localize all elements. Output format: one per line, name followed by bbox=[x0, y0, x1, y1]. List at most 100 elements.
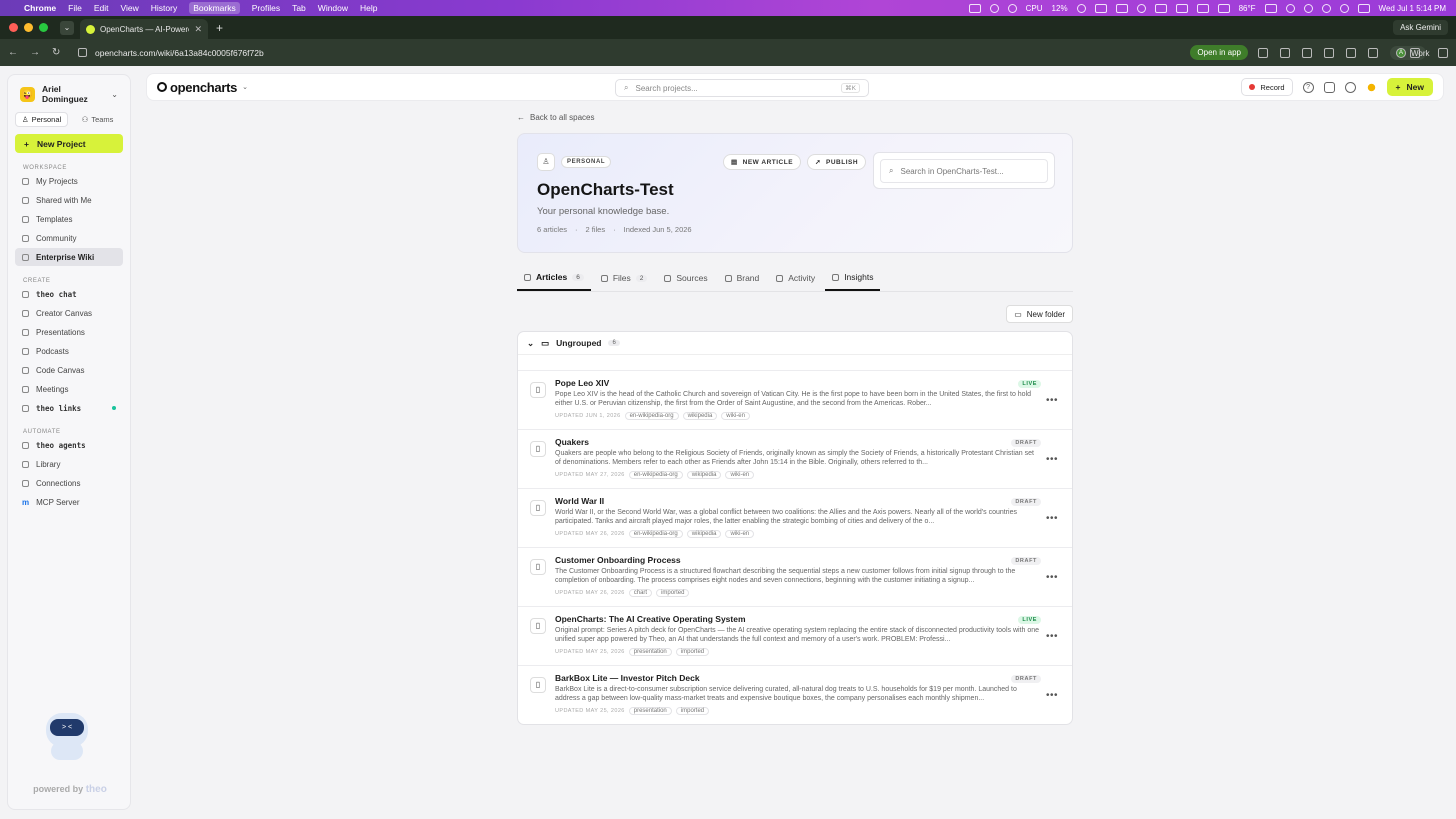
sidebar-item-creator-canvas[interactable]: Creator Canvas bbox=[15, 304, 123, 322]
article-row[interactable]: ▯ BarkBox Lite — Investor Pitch Deck DRA… bbox=[518, 665, 1072, 724]
menu-edit[interactable]: Edit bbox=[94, 3, 109, 13]
tag[interactable]: wiki-en bbox=[725, 530, 755, 538]
tab-files[interactable]: Files 2 bbox=[594, 265, 655, 291]
article-row[interactable]: ▯ Pope Leo XIV LIVE Pope Leo XIV is the … bbox=[518, 370, 1072, 429]
more-options-icon[interactable]: ••• bbox=[1046, 572, 1058, 583]
sidebar-item-meetings[interactable]: Meetings bbox=[15, 380, 123, 398]
menu-view[interactable]: View bbox=[120, 3, 138, 13]
menu-app-name[interactable]: Chrome bbox=[24, 3, 56, 13]
tag[interactable]: wikipedia bbox=[682, 412, 718, 420]
sidebar-item-enterprise-wiki[interactable]: Enterprise Wiki bbox=[15, 248, 123, 266]
tag[interactable]: en-wikipedia-org bbox=[628, 530, 683, 538]
record-button[interactable]: Record bbox=[1241, 78, 1293, 96]
download-icon[interactable] bbox=[1368, 47, 1378, 58]
sidebar-item-code-canvas[interactable]: Code Canvas bbox=[15, 361, 123, 379]
article-title[interactable]: OpenCharts: The AI Creative Operating Sy… bbox=[555, 614, 746, 624]
tab-brand[interactable]: Brand bbox=[718, 265, 767, 291]
sidebar-item-connections[interactable]: Connections bbox=[15, 474, 123, 492]
user-switcher[interactable]: 😜 Ariel Dominguez ⌄ bbox=[15, 84, 123, 104]
personal-toggle[interactable]: ♙ Personal bbox=[15, 112, 68, 127]
tab-activity[interactable]: Activity bbox=[769, 265, 822, 291]
menu-history[interactable]: History bbox=[151, 3, 177, 13]
browser-menu-icon[interactable] bbox=[1438, 47, 1448, 58]
tab-sources[interactable]: Sources bbox=[657, 265, 714, 291]
tag[interactable]: wikipedia bbox=[686, 471, 722, 479]
article-title[interactable]: Quakers bbox=[555, 437, 589, 447]
back-arrow-icon[interactable]: ← bbox=[8, 47, 22, 58]
article-title[interactable]: World War II bbox=[555, 496, 604, 506]
tab-search-button[interactable]: ⌄ bbox=[60, 20, 74, 35]
drive-status-icon[interactable] bbox=[1217, 3, 1230, 13]
inbox-icon[interactable] bbox=[1323, 81, 1335, 93]
new-button[interactable]: + New bbox=[1386, 78, 1433, 96]
article-row[interactable]: ▯ World War II DRAFT World War II, or th… bbox=[518, 488, 1072, 547]
chatgpt-status-icon[interactable] bbox=[989, 3, 999, 13]
article-title[interactable]: Customer Onboarding Process bbox=[555, 555, 681, 565]
zoom-window-button[interactable] bbox=[39, 23, 48, 32]
menu-tab[interactable]: Tab bbox=[292, 3, 306, 13]
sidebar-item-mcp-server[interactable]: m MCP Server bbox=[15, 493, 123, 511]
new-project-button[interactable]: + New Project bbox=[15, 134, 123, 153]
tag[interactable]: wiki-en bbox=[725, 471, 755, 479]
article-title[interactable]: BarkBox Lite — Investor Pitch Deck bbox=[555, 673, 700, 683]
new-tab-button[interactable]: + bbox=[216, 21, 223, 35]
menu-window[interactable]: Window bbox=[318, 3, 348, 13]
tab-insights[interactable]: Insights bbox=[825, 265, 881, 291]
reload-icon[interactable]: ↻ bbox=[52, 47, 66, 58]
sidebar-item-theo-chat[interactable]: theo chat bbox=[15, 285, 123, 303]
tag[interactable]: wiki-en bbox=[721, 412, 750, 420]
address-bar[interactable]: opencharts.com/wiki/6a13a84c0005f676f72b bbox=[78, 48, 1190, 58]
sidebar-item-my-projects[interactable]: My Projects bbox=[15, 172, 123, 190]
tag[interactable]: chart bbox=[628, 589, 653, 597]
open-in-app-button[interactable]: Open in app bbox=[1190, 45, 1248, 60]
weather-reading[interactable]: 86°F bbox=[1239, 4, 1256, 13]
ask-gemini-button[interactable]: Ask Gemini bbox=[1393, 20, 1448, 35]
menu-bookmarks[interactable]: Bookmarks bbox=[189, 2, 240, 14]
theo-mascot[interactable]: > < bbox=[38, 707, 98, 767]
battery-icon[interactable] bbox=[1264, 3, 1277, 13]
menu-file[interactable]: File bbox=[68, 3, 82, 13]
theme-sun-icon[interactable] bbox=[1365, 81, 1377, 93]
more-options-icon[interactable]: ••• bbox=[1046, 454, 1058, 465]
sidebar-item-library[interactable]: Library bbox=[15, 455, 123, 473]
url-text[interactable]: opencharts.com/wiki/6a13a84c0005f676f72b bbox=[95, 48, 264, 58]
article-row[interactable]: ▯ OpenCharts: The AI Creative Operating … bbox=[518, 606, 1072, 665]
siri-icon[interactable] bbox=[1303, 3, 1313, 13]
sidebar-item-theo-links[interactable]: theo links bbox=[15, 399, 123, 417]
app-status-icon[interactable] bbox=[1136, 3, 1146, 13]
folder-status-icon[interactable] bbox=[968, 3, 981, 13]
sidebar-item-presentations[interactable]: Presentations bbox=[15, 323, 123, 341]
group-header[interactable]: ⌄ ▭ Ungrouped 6 bbox=[518, 332, 1072, 355]
active-app-status-icon[interactable] bbox=[1196, 3, 1209, 13]
forward-arrow-icon[interactable]: → bbox=[30, 47, 44, 58]
site-info-icon[interactable] bbox=[78, 48, 87, 57]
tag[interactable]: imported bbox=[656, 589, 690, 597]
browser-tab[interactable]: OpenCharts — AI-Powered F ✕ bbox=[80, 19, 208, 39]
project-search[interactable]: ⌕ Search projects... ⌘K bbox=[615, 79, 869, 97]
bluetooth-status-icon[interactable] bbox=[1154, 3, 1167, 13]
article-row[interactable]: ▯ Customer Onboarding Process DRAFT The … bbox=[518, 547, 1072, 606]
tag[interactable]: imported bbox=[675, 707, 710, 715]
sidebar-item-community[interactable]: Community bbox=[15, 229, 123, 247]
clock[interactable]: Wed Jul 1 5:14 PM bbox=[1379, 4, 1446, 13]
profile-button[interactable]: A Work bbox=[1390, 45, 1430, 60]
extension-d-icon[interactable] bbox=[1280, 47, 1290, 58]
help-icon[interactable]: ? bbox=[1302, 81, 1314, 93]
more-options-icon[interactable]: ••• bbox=[1046, 690, 1058, 701]
shazam-status-icon[interactable] bbox=[1076, 3, 1086, 13]
more-options-icon[interactable]: ••• bbox=[1046, 631, 1058, 642]
gear-status-icon[interactable] bbox=[1007, 3, 1017, 13]
publish-button[interactable]: ➚ PUBLISH bbox=[807, 154, 867, 170]
space-search-input[interactable]: ⌕ Search in OpenCharts-Test... bbox=[880, 159, 1048, 183]
wifi-icon[interactable] bbox=[1321, 3, 1331, 13]
more-options-icon[interactable]: ••• bbox=[1046, 513, 1058, 524]
article-title[interactable]: Pope Leo XIV bbox=[555, 378, 609, 388]
menu-profiles[interactable]: Profiles bbox=[252, 3, 280, 13]
sidebar-item-templates[interactable]: Templates bbox=[15, 210, 123, 228]
moon-icon[interactable] bbox=[1285, 3, 1295, 13]
screen-status-icon[interactable] bbox=[1094, 3, 1107, 13]
control-center-icon[interactable] bbox=[1357, 3, 1370, 13]
bell-icon[interactable] bbox=[1344, 81, 1356, 93]
back-to-spaces-link[interactable]: ← Back to all spaces bbox=[517, 110, 1073, 124]
close-window-button[interactable] bbox=[9, 23, 18, 32]
